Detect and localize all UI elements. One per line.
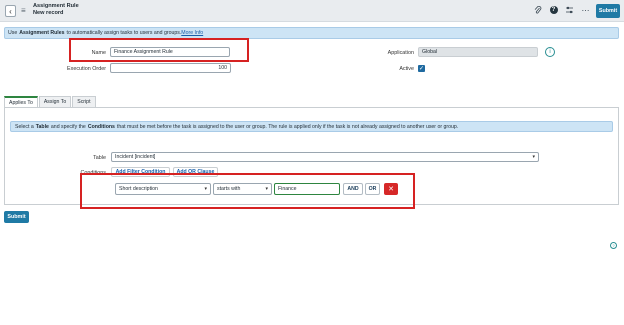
submit-button-bottom[interactable]: Submit: [4, 211, 29, 223]
active-checkbox[interactable]: ✓: [418, 65, 425, 72]
info2-text-3: that must be met before the task is assi…: [116, 123, 459, 130]
applies-to-info-banner: Select a Table and specify the Condition…: [10, 121, 613, 132]
info2-text-2: and specify the: [50, 123, 86, 130]
application-field: Global: [418, 47, 538, 57]
execution-order-label: Execution Order: [67, 66, 106, 72]
header-icons: ? ⋯: [533, 5, 590, 15]
tab-applies-to[interactable]: Applies To: [4, 96, 38, 107]
info2-bold-2: Conditions: [87, 123, 115, 130]
help-icon[interactable]: ?: [549, 5, 558, 15]
more-info-link[interactable]: More Info: [181, 30, 203, 36]
execution-order-field[interactable]: 100: [110, 63, 231, 73]
info2-text-1: Select a: [15, 123, 34, 130]
more-icon[interactable]: ⋯: [581, 5, 590, 15]
chevron-left-icon: ‹: [9, 6, 12, 16]
back-button[interactable]: ‹: [5, 5, 16, 17]
submit-button-top[interactable]: Submit: [596, 4, 620, 18]
info-text: to automatically assign tasks to users a…: [66, 30, 182, 36]
feedback-icon[interactable]: ?: [610, 242, 617, 249]
table-select-value: Incident [incident]: [115, 154, 156, 160]
info-text-prefix: Use: [8, 30, 18, 36]
table-select[interactable]: Incident [incident] ▾: [111, 152, 539, 162]
checkmark-icon: ✓: [418, 65, 425, 72]
application-label: Application: [387, 50, 414, 56]
table-label: Table: [93, 155, 106, 161]
info-circle-icon[interactable]: i: [545, 47, 555, 57]
settings-icon[interactable]: [565, 5, 574, 15]
record-title-block: Assignment Rule New record: [33, 3, 79, 17]
info2-bold-1: Table: [35, 123, 49, 130]
page-subtitle: New record: [33, 10, 64, 16]
highlight-box-name: [69, 38, 249, 62]
form-header: ‹ ≡ Assignment Rule New record ? ⋯ Submi…: [0, 0, 624, 22]
chevron-down-icon: ▾: [532, 154, 535, 160]
tab-script[interactable]: Script: [72, 96, 96, 107]
attachment-icon[interactable]: [533, 5, 542, 15]
active-label: Active: [399, 66, 414, 72]
info-text-bold: Assignment Rules: [19, 30, 65, 36]
hamburger-menu-icon[interactable]: ≡: [21, 6, 26, 15]
page-title: Assignment Rule: [33, 3, 79, 9]
tab-assign-to[interactable]: Assign To: [38, 96, 72, 107]
highlight-box-condition: [80, 173, 415, 209]
tab-bar: Applies To Assign To Script: [4, 96, 97, 107]
